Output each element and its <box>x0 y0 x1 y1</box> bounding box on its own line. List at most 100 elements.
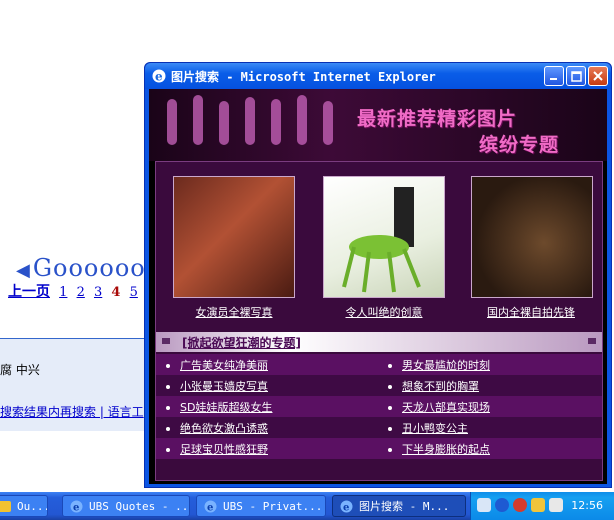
back-arrow-icon[interactable] <box>495 498 509 512</box>
banner: 最新推荐精彩图片 缤纷专题 <box>149 89 607 161</box>
keyboard-icon[interactable] <box>477 498 491 512</box>
list-item: 足球宝贝性感狂野 下半身膨胀的起点 <box>156 438 602 459</box>
pager: 上一页 1 2 3 4 5 6 <box>8 281 160 301</box>
link-text: 丑小鸭变公主 <box>402 422 468 435</box>
content-panel: 女演员全裸写真 令人叫绝的创意 国内全裸自拍先锋 [掀起欲望狂潮的专题] 广告美… <box>155 161 603 481</box>
thumbnail-row: 女演员全裸写真 令人叫绝的创意 国内全裸自拍先锋 <box>156 176 602 326</box>
close-icon <box>593 71 603 81</box>
link-text: 广告美女纯净美丽 <box>180 359 268 372</box>
close-button[interactable] <box>588 66 608 86</box>
list-item: 广告美女纯净美丽 男女最尴尬的时刻 <box>156 354 602 375</box>
link-right-2[interactable]: 想象不到的胸罩 <box>388 378 479 394</box>
svg-text:e: e <box>207 503 213 514</box>
search-within-link[interactable]: 搜索结果内再搜索 | 语言工 <box>0 403 144 420</box>
banner-title-line2: 缤纷专题 <box>479 134 560 156</box>
search-bar-box: 腐 中兴 搜索结果内再搜索 | 语言工 <box>0 338 160 431</box>
google-logo[interactable]: ◀Goooooo <box>16 254 146 282</box>
security-shield-icon[interactable] <box>513 498 527 512</box>
link-text: 足球宝贝性感狂野 <box>180 443 268 456</box>
section-header: [掀起欲望狂潮的专题] <box>156 332 602 352</box>
link-right-3[interactable]: 天龙八部真实现场 <box>388 399 490 415</box>
taskbar-button-outlook[interactable]: Ou... <box>0 495 48 517</box>
svg-text:e: e <box>155 70 163 84</box>
prev-arrow-icon: ◀ <box>16 260 31 281</box>
ie-icon: e <box>152 69 166 84</box>
google-logo-text: Goooooo <box>32 254 146 282</box>
taskbar-label: 图片搜索 - M... <box>359 500 450 513</box>
bullet-icon <box>388 406 392 410</box>
minimize-icon <box>550 78 557 80</box>
bullet-icon <box>166 427 170 431</box>
outlook-icon <box>0 501 11 512</box>
prev-page-link[interactable]: 上一页 <box>8 284 50 300</box>
ie-icon: e <box>70 500 83 514</box>
link-left-4[interactable]: 绝色欲女激凸诱惑 <box>166 420 268 436</box>
thumbnail-3[interactable] <box>471 176 593 298</box>
page-link-5[interactable]: 5 <box>130 285 138 300</box>
maximize-button[interactable] <box>566 66 586 86</box>
thumbnail-caption-1[interactable]: 女演员全裸写真 <box>159 304 309 320</box>
link-text: 下半身膨胀的起点 <box>402 443 490 456</box>
mantis-photo-icon <box>342 187 421 293</box>
taskbar-label: UBS Quotes - ... <box>89 500 190 513</box>
link-left-1[interactable]: 广告美女纯净美丽 <box>166 357 268 373</box>
bullet-icon <box>388 448 392 452</box>
taskbar-button-image-search[interactable]: e 图片搜索 - M... <box>332 495 466 517</box>
link-right-5[interactable]: 下半身膨胀的起点 <box>388 441 490 457</box>
bullet-icon <box>388 385 392 389</box>
window-title: 图片搜索 - Microsoft Internet Explorer <box>171 70 436 84</box>
link-text: 男女最尴尬的时刻 <box>402 359 490 372</box>
bullet-icon <box>166 364 170 368</box>
thumbnail-caption-3[interactable]: 国内全裸自拍先锋 <box>456 304 606 320</box>
taskbar-label: Ou... <box>17 500 48 513</box>
section-title[interactable]: [掀起欲望狂潮的专题] <box>182 334 301 351</box>
volume-icon[interactable] <box>549 498 563 512</box>
page-content: 最新推荐精彩图片 缤纷专题 女演员全裸写真 令人叫绝的创意 国内全裸自拍先锋 [… <box>149 89 607 484</box>
list-item: 小张曼玉嫱皮写真 想象不到的胸罩 <box>156 375 602 396</box>
list-item: SD娃娃版超级女生 天龙八部真实现场 <box>156 396 602 417</box>
page-link-2[interactable]: 2 <box>77 285 85 300</box>
link-text: 想象不到的胸罩 <box>402 380 479 393</box>
link-text: 小张曼玉嫱皮写真 <box>180 380 268 393</box>
taskbar-clock: 12:56 <box>571 499 603 512</box>
svg-text:e: e <box>343 503 349 514</box>
link-list: 广告美女纯净美丽 男女最尴尬的时刻 小张曼玉嫱皮写真 想象不到的胸罩 SD娃娃版… <box>156 354 602 459</box>
link-left-2[interactable]: 小张曼玉嫱皮写真 <box>166 378 268 394</box>
link-text: 天龙八部真实现场 <box>402 401 490 414</box>
system-tray: 12:56 <box>470 492 614 520</box>
minimize-button[interactable] <box>544 66 564 86</box>
page-current: 4 <box>111 285 121 300</box>
link-right-1[interactable]: 男女最尴尬的时刻 <box>388 357 490 373</box>
page-link-3[interactable]: 3 <box>94 285 102 300</box>
title-bar[interactable]: e 图片搜索 - Microsoft Internet Explorer <box>145 63 611 89</box>
taskbar: Ou... e UBS Quotes - ... e UBS - Privat.… <box>0 492 614 520</box>
maximize-icon <box>571 71 582 82</box>
ie-icon: e <box>204 500 217 514</box>
ie-popup-window: e 图片搜索 - Microsoft Internet Explorer 最新推… <box>144 62 612 488</box>
taskbar-button-ubs-quotes[interactable]: e UBS Quotes - ... <box>62 495 190 517</box>
query-text: 腐 中兴 <box>0 363 40 377</box>
list-item: 绝色欲女激凸诱惑 丑小鸭变公主 <box>156 417 602 438</box>
bullet-icon <box>166 385 170 389</box>
section-marker-icon <box>588 338 596 344</box>
page-link-1[interactable]: 1 <box>59 285 67 300</box>
bullet-icon <box>388 364 392 368</box>
thumbnail-2[interactable] <box>323 176 445 298</box>
bullet-icon <box>388 427 392 431</box>
link-right-4[interactable]: 丑小鸭变公主 <box>388 420 468 436</box>
thumbnail-1[interactable] <box>173 176 295 298</box>
taskbar-button-ubs-private[interactable]: e UBS - Privat... <box>196 495 326 517</box>
ie-icon: e <box>340 500 353 514</box>
link-text: SD娃娃版超级女生 <box>180 401 273 414</box>
taskbar-label: UBS - Privat... <box>223 500 323 513</box>
section-marker-icon <box>162 338 170 344</box>
link-left-5[interactable]: 足球宝贝性感狂野 <box>166 441 268 457</box>
link-text: 绝色欲女激凸诱惑 <box>180 422 268 435</box>
banner-title-line1: 最新推荐精彩图片 <box>357 108 518 130</box>
bullet-icon <box>166 448 170 452</box>
network-icon[interactable] <box>531 498 545 512</box>
link-left-3[interactable]: SD娃娃版超级女生 <box>166 399 272 415</box>
thumbnail-caption-2[interactable]: 令人叫绝的创意 <box>309 304 459 320</box>
bullet-icon <box>166 406 170 410</box>
dancer-silhouettes-decoration <box>167 95 333 145</box>
